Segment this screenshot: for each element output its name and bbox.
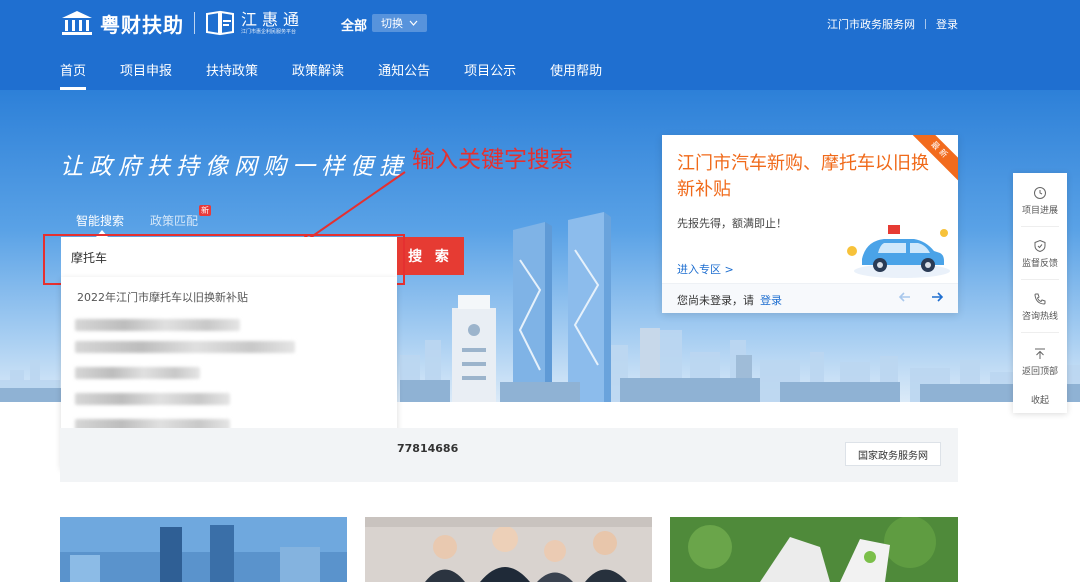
- promo-pager: [898, 290, 944, 304]
- car-illustration-icon: [847, 225, 950, 278]
- nav-project-apply[interactable]: 项目申报: [120, 60, 172, 90]
- main-nav: 首页 项目申报 扶持政策 政策解读 通知公告 项目公示 使用帮助: [60, 60, 636, 90]
- tool-label: 项目进展: [1021, 206, 1058, 216]
- building-logo-icon: [62, 11, 92, 35]
- enter-zone-link[interactable]: 进入专区 >: [677, 261, 734, 277]
- link-divider: [925, 19, 926, 29]
- suggestion-item-blurred[interactable]: [75, 341, 295, 353]
- nav-policy-interpretation[interactable]: 政策解读: [292, 60, 344, 90]
- tool-project-progress[interactable]: 项目进展: [1013, 186, 1067, 216]
- brand2-name: 江惠通: [241, 9, 305, 29]
- promo-card[interactable]: 最新 江门市汽车新购、摩托车以旧换新补贴 先报先得，额满即止！ 进入专区 > 您…: [662, 135, 958, 313]
- brand-name: 粤财扶助: [100, 12, 184, 37]
- suggestion-item-blurred[interactable]: [75, 367, 200, 379]
- hero-slogan: 让政府扶持像网购一样便捷: [60, 154, 408, 180]
- login-prompt: 您尚未登录，请 登录: [677, 292, 782, 308]
- book-logo-icon: [206, 10, 234, 36]
- tab-smart-search[interactable]: 智能搜索: [76, 212, 124, 229]
- nav-help[interactable]: 使用帮助: [550, 60, 602, 90]
- region-switch-button[interactable]: 切换: [372, 14, 427, 32]
- top-header: 粤财扶助 江惠通 江门市惠企利民服务平台 全部 切换 江门市政务服务网 登录 首…: [0, 0, 1080, 90]
- buildings-photo: [60, 517, 347, 582]
- promo-login-link[interactable]: 登录: [760, 294, 782, 307]
- info-strip: 77814686 国家政务服务网: [397, 428, 958, 482]
- arrow-right-icon[interactable]: [930, 290, 944, 304]
- news-image-farming[interactable]: [670, 517, 958, 582]
- tool-divider: [1021, 332, 1059, 333]
- arrow-left-icon[interactable]: [898, 290, 912, 304]
- business-people-photo: [365, 517, 652, 582]
- promo-footer: 您尚未登录，请 登录: [662, 283, 958, 313]
- promo-subtitle: 先报先得，额满即止！: [677, 217, 787, 230]
- switch-label: 切换: [381, 17, 403, 30]
- logo-group[interactable]: 粤财扶助 江惠通 江门市惠企利民服务平台: [60, 8, 304, 38]
- suggestion-item-blurred[interactable]: [75, 319, 240, 331]
- tool-label: 返回顶部: [1021, 367, 1058, 377]
- top-right-links: 江门市政务服务网 登录: [827, 16, 958, 32]
- nav-support-policy[interactable]: 扶持政策: [206, 60, 258, 90]
- login-prompt-text: 您尚未登录，请: [677, 294, 754, 307]
- search-annotation-label: 输入关键字搜索: [412, 147, 573, 173]
- tool-label: 咨询热线: [1021, 312, 1058, 322]
- tool-collapse[interactable]: 收起: [1013, 393, 1067, 406]
- nav-project-publicity[interactable]: 项目公示: [464, 60, 516, 90]
- tool-label: 监督反馈: [1021, 259, 1058, 269]
- tool-divider: [1021, 279, 1059, 280]
- collapse-label: 收起: [1030, 396, 1049, 406]
- news-image-buildings[interactable]: [60, 517, 347, 582]
- search-mode-tabs: 智能搜索 政策匹配 新: [76, 205, 212, 229]
- suggestion-item[interactable]: 2022年江门市摩托车以旧换新补贴: [77, 289, 248, 305]
- news-image-people[interactable]: [365, 517, 652, 582]
- gov-service-link[interactable]: 江门市政务服务网: [827, 16, 915, 32]
- arrow-up-icon: [1035, 348, 1045, 359]
- nav-notices[interactable]: 通知公告: [378, 60, 430, 90]
- shield-icon: [1034, 239, 1046, 253]
- suggestion-item-blurred[interactable]: [75, 393, 230, 405]
- info-strip-left: [60, 428, 397, 482]
- chevron-down-icon: [409, 20, 418, 26]
- phone-icon: [1034, 293, 1046, 305]
- login-link[interactable]: 登录: [936, 16, 958, 32]
- promo-title[interactable]: 江门市汽车新购、摩托车以旧换新补贴: [677, 151, 937, 203]
- farming-photo: [670, 517, 958, 582]
- tool-divider: [1021, 226, 1059, 227]
- hotline-number: 77814686: [397, 442, 459, 455]
- search-button[interactable]: 搜 索: [397, 237, 464, 275]
- tab-policy-match-label: 政策匹配: [150, 214, 199, 228]
- tab-policy-match[interactable]: 政策匹配 新: [150, 205, 212, 229]
- tool-supervision-feedback[interactable]: 监督反馈: [1013, 239, 1067, 269]
- tool-hotline[interactable]: 咨询热线: [1013, 292, 1067, 322]
- national-gov-service-button[interactable]: 国家政务服务网: [845, 442, 941, 466]
- tool-back-to-top[interactable]: 返回顶部: [1013, 347, 1067, 377]
- brand2-text: 江惠通 江门市惠企利民服务平台: [241, 9, 305, 36]
- brand2-subtitle: 江门市惠企利民服务平台: [241, 28, 297, 35]
- region-label: 全部: [341, 19, 368, 34]
- nav-home[interactable]: 首页: [60, 60, 87, 90]
- floating-tool-bar: 项目进展 监督反馈 咨询热线 返回顶部 收起: [1013, 173, 1067, 413]
- new-badge: 新: [199, 205, 212, 216]
- clock-icon: [1034, 187, 1046, 199]
- logo-divider: [194, 12, 195, 34]
